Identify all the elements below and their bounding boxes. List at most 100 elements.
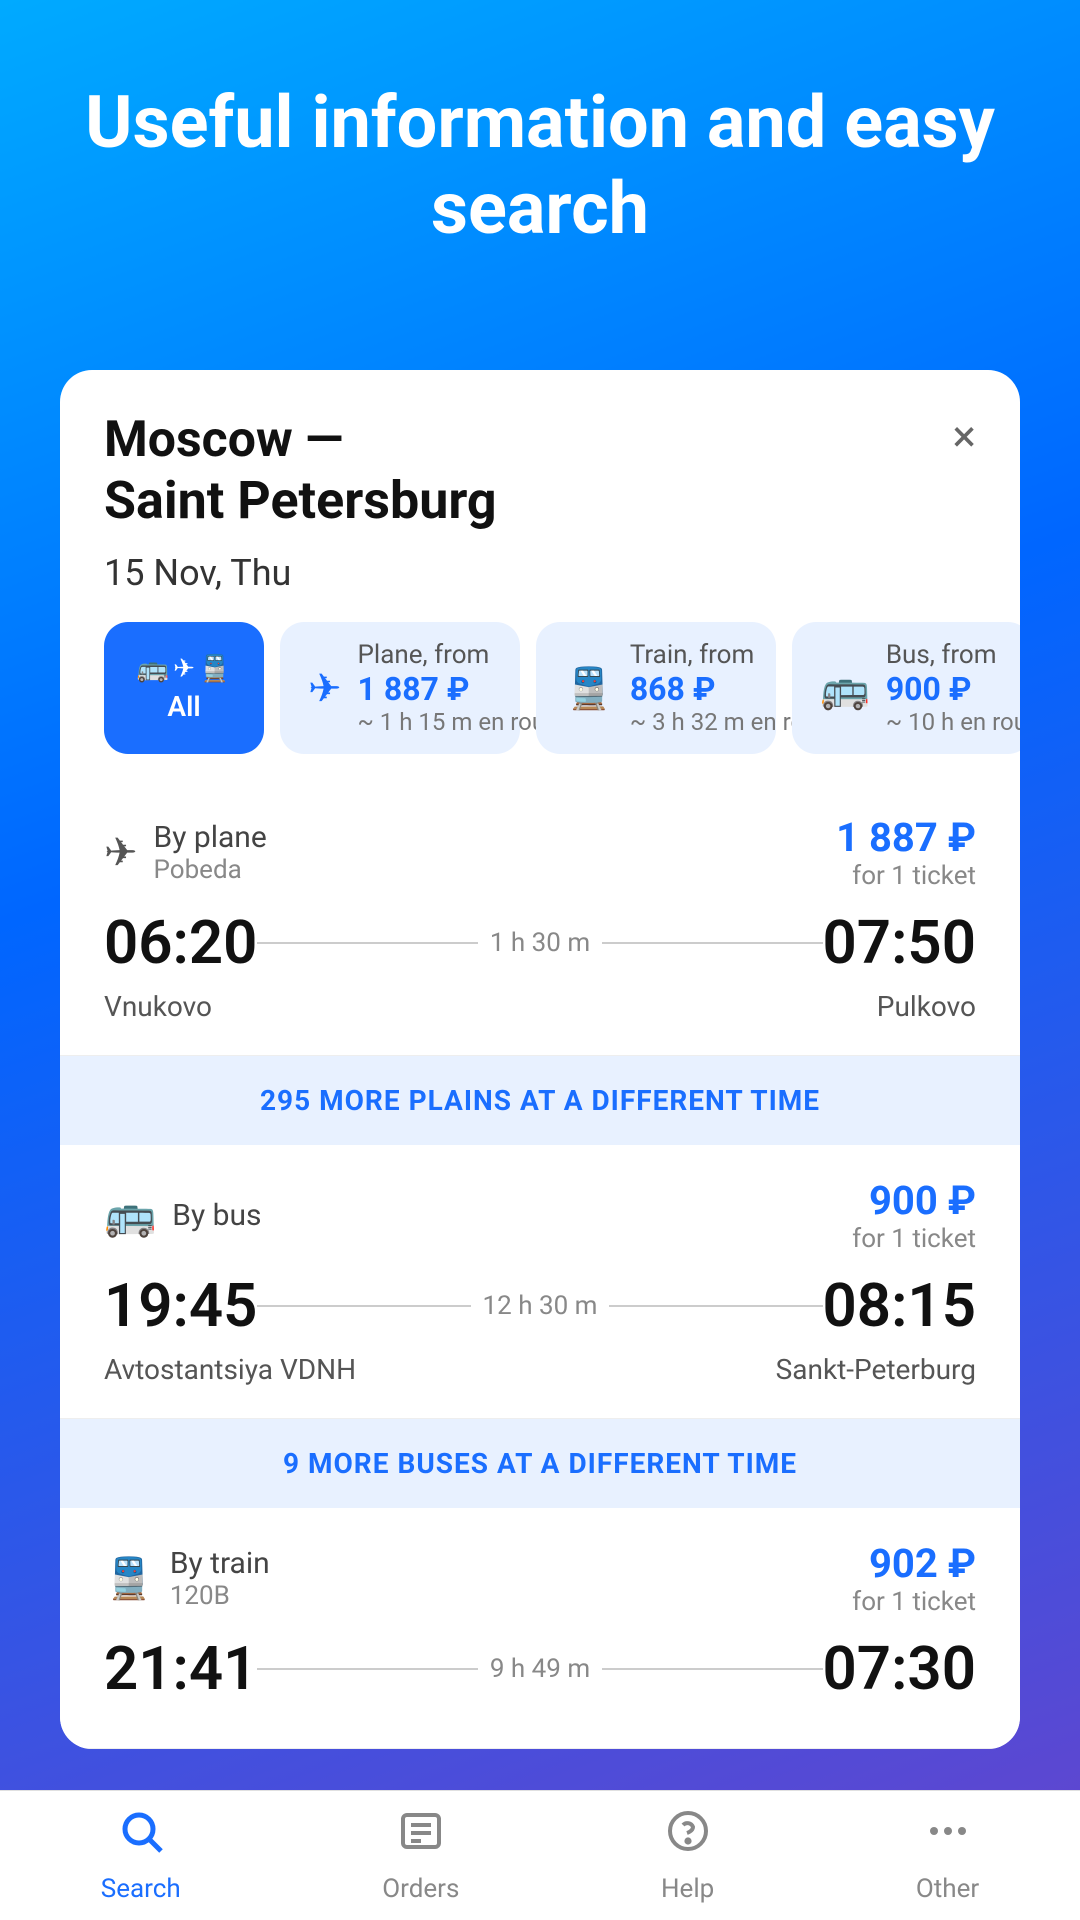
bus-chip-price: 900 ₽ xyxy=(886,670,1020,708)
train-price-block: 902 ₽ for 1 ticket xyxy=(852,1540,976,1617)
bus-price-sub: for 1 ticket xyxy=(852,1224,976,1254)
search-icon xyxy=(117,1807,165,1866)
result-plane[interactable]: ✈ By plane Pobeda 1 887 ₽ for 1 ticket 0… xyxy=(60,782,1020,1056)
card-header: Moscow — Saint Petersburg × xyxy=(60,370,1020,552)
train-result-icon: 🚆 xyxy=(104,1555,154,1602)
plane-price-block: 1 887 ₽ for 1 ticket xyxy=(836,814,976,891)
plane-depart-station: Vnukovo xyxy=(104,990,212,1023)
train-arrive-time: 07:30 xyxy=(823,1633,976,1704)
nav-orders[interactable]: Orders xyxy=(382,1807,459,1904)
bus-arrive-station: Sankt-Peterburg xyxy=(776,1353,976,1386)
bus-time-line: 12 h 30 m xyxy=(257,1291,822,1321)
bus-names: By bus xyxy=(172,1198,261,1233)
bus-transport-info: 🚌 By bus xyxy=(104,1191,262,1240)
route-from: Moscow — xyxy=(104,410,497,470)
plane-time-row: 06:20 1 h 30 m 07:50 xyxy=(104,907,976,978)
more-icon xyxy=(924,1807,972,1866)
nav-search[interactable]: Search xyxy=(101,1807,181,1904)
result-train-header: 🚆 By train 120B 902 ₽ for 1 ticket xyxy=(104,1540,976,1617)
results-list: ✈ By plane Pobeda 1 887 ₽ for 1 ticket 0… xyxy=(60,782,1020,1749)
transport-filters: 🚌 ✈ 🚆 All ✈ Plane, from 1 887 ₽ ~ 1 h 15… xyxy=(60,622,1020,782)
help-icon xyxy=(664,1807,712,1866)
more-planes-banner[interactable]: 295 MORE PLAINS AT A DIFFERENT TIME xyxy=(60,1056,1020,1145)
plane-transport-info: ✈ By plane Pobeda xyxy=(104,820,267,885)
result-bus[interactable]: 🚌 By bus 900 ₽ for 1 ticket 19:45 12 h 3… xyxy=(60,1145,1020,1419)
bottom-nav: Search Orders Help xyxy=(0,1790,1080,1920)
filter-plane[interactable]: ✈ Plane, from 1 887 ₽ ~ 1 h 15 m en rout… xyxy=(280,622,520,754)
bus-price: 900 ₽ xyxy=(852,1177,976,1224)
main-card: Moscow — Saint Petersburg × 15 Nov, Thu … xyxy=(60,370,1020,1749)
plane-sub-label: Pobeda xyxy=(154,855,267,885)
bus-chip-icon: 🚌 xyxy=(820,665,870,712)
nav-search-label: Search xyxy=(101,1874,181,1904)
more-buses-text: 9 MORE BUSES AT A DIFFERENT TIME xyxy=(283,1447,797,1480)
bus-result-icon: 🚌 xyxy=(104,1191,156,1240)
train-chip-icon: 🚆 xyxy=(564,665,614,712)
plane-line-left xyxy=(257,942,477,944)
filter-all-label: All xyxy=(167,690,200,723)
orders-icon xyxy=(397,1807,445,1866)
close-button[interactable]: × xyxy=(953,414,976,458)
bus-small-icon: 🚌 xyxy=(137,654,169,684)
bus-chip-type: Bus, from xyxy=(886,640,1020,670)
bus-duration: 12 h 30 m xyxy=(471,1291,610,1321)
plane-arrive-time: 07:50 xyxy=(823,907,976,978)
plane-arrive-station: Pulkovo xyxy=(877,990,976,1023)
plane-price: 1 887 ₽ xyxy=(836,814,976,861)
bus-depart-time: 19:45 xyxy=(104,1270,257,1341)
train-time-row: 21:41 9 h 49 m 07:30 xyxy=(104,1633,976,1704)
plane-time-line: 1 h 30 m xyxy=(257,928,822,958)
plane-depart-time: 06:20 xyxy=(104,907,257,978)
hero-title: Useful information and easy search xyxy=(0,0,1080,293)
bus-depart-station: Avtostantsiya VDNH xyxy=(104,1353,356,1386)
route-title: Moscow — Saint Petersburg xyxy=(104,410,497,532)
plane-chip-duration: ~ 1 h 15 m en route xyxy=(358,708,566,736)
plane-type-label: By plane xyxy=(154,820,267,855)
plane-result-icon: ✈ xyxy=(104,829,138,876)
nav-other-label: Other xyxy=(916,1874,979,1904)
nav-help[interactable]: Help xyxy=(661,1807,714,1904)
nav-help-label: Help xyxy=(661,1874,714,1904)
result-bus-header: 🚌 By bus 900 ₽ for 1 ticket xyxy=(104,1177,976,1254)
train-small-icon: 🚆 xyxy=(199,654,231,684)
plane-names: By plane Pobeda xyxy=(154,820,267,885)
filter-train[interactable]: 🚆 Train, from 868 ₽ ~ 3 h 32 m en route xyxy=(536,622,776,754)
result-plane-header: ✈ By plane Pobeda 1 887 ₽ for 1 ticket xyxy=(104,814,976,891)
plane-chip-type: Plane, from xyxy=(358,640,566,670)
train-duration: 9 h 49 m xyxy=(478,1654,602,1684)
plane-price-sub: for 1 ticket xyxy=(836,861,976,891)
plane-chip-icon: ✈ xyxy=(308,665,342,712)
train-line-right xyxy=(602,1668,822,1670)
result-train[interactable]: 🚆 By train 120B 902 ₽ for 1 ticket 21:41… xyxy=(60,1508,1020,1749)
train-sub-label: 120B xyxy=(170,1581,270,1611)
train-depart-time: 21:41 xyxy=(104,1633,257,1704)
bus-line-right xyxy=(609,1305,822,1307)
plane-duration: 1 h 30 m xyxy=(478,928,602,958)
bus-arrive-time: 08:15 xyxy=(823,1270,976,1341)
filter-bus[interactable]: 🚌 Bus, from 900 ₽ ~ 10 h en route xyxy=(792,622,1020,754)
plane-line-right xyxy=(602,942,822,944)
train-type-label: By train xyxy=(170,1546,270,1581)
nav-orders-label: Orders xyxy=(382,1874,459,1904)
bus-type-label: By bus xyxy=(172,1198,261,1233)
plane-station-row: Vnukovo Pulkovo xyxy=(104,990,976,1023)
plane-small-icon: ✈ xyxy=(173,654,195,684)
bus-time-row: 19:45 12 h 30 m 08:15 xyxy=(104,1270,976,1341)
bus-station-row: Avtostantsiya VDNH Sankt-Peterburg xyxy=(104,1353,976,1386)
train-price-sub: for 1 ticket xyxy=(852,1587,976,1617)
nav-other[interactable]: Other xyxy=(916,1807,979,1904)
train-price: 902 ₽ xyxy=(852,1540,976,1587)
bus-line-left xyxy=(257,1305,470,1307)
filter-all[interactable]: 🚌 ✈ 🚆 All xyxy=(104,622,264,754)
plane-chip-info: Plane, from 1 887 ₽ ~ 1 h 15 m en route xyxy=(358,640,566,736)
bus-chip-info: Bus, from 900 ₽ ~ 10 h en route xyxy=(886,640,1020,736)
train-time-line: 9 h 49 m xyxy=(257,1654,822,1684)
bus-price-block: 900 ₽ for 1 ticket xyxy=(852,1177,976,1254)
train-line-left xyxy=(257,1668,477,1670)
more-buses-banner[interactable]: 9 MORE BUSES AT A DIFFERENT TIME xyxy=(60,1419,1020,1508)
train-transport-info: 🚆 By train 120B xyxy=(104,1546,270,1611)
plane-chip-price: 1 887 ₽ xyxy=(358,670,566,708)
filter-all-icons: 🚌 ✈ 🚆 xyxy=(137,654,232,684)
route-to: Saint Petersburg xyxy=(104,470,497,532)
route-date: 15 Nov, Thu xyxy=(60,552,1020,622)
